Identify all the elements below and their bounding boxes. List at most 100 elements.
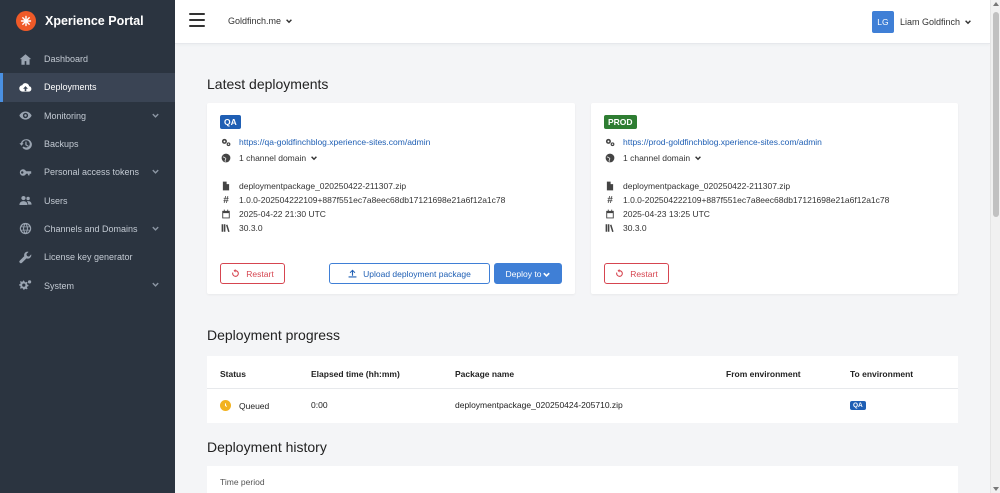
status-cell: Queued (220, 400, 269, 411)
sidebar-item-monitoring[interactable]: Monitoring (0, 102, 175, 130)
page-scrollbar[interactable] (990, 0, 1000, 493)
chevron-down-icon (151, 111, 160, 120)
cogs-icon (604, 136, 616, 148)
chevron-down-icon (964, 18, 972, 26)
cogs-icon (220, 136, 232, 148)
scrollbar-thumb[interactable] (993, 12, 999, 217)
chevron-down-icon (285, 17, 293, 25)
hamburger-menu-icon[interactable] (189, 13, 205, 27)
sidebar-item-dashboard[interactable]: Dashboard (0, 45, 175, 73)
user-name: Liam Goldfinch (899, 17, 960, 27)
sidebar-item-license-key-generator[interactable]: License key generator (0, 243, 175, 271)
package-row: deploymentpackage_020250422-211307.zip (220, 180, 406, 192)
deploy-to-button[interactable]: Deploy to (494, 263, 562, 284)
library-icon (604, 222, 616, 234)
sidebar-item-users[interactable]: Users (0, 186, 175, 214)
deployment-history-title: Deployment history (207, 439, 327, 455)
channel-domain-label: 1 channel domain (623, 153, 691, 163)
column-header[interactable]: From environment (726, 369, 801, 379)
sidebar-item-label: Monitoring (44, 110, 87, 121)
xperience-version: 30.3.0 (623, 223, 647, 233)
upload-deployment-package-button[interactable]: Upload deployment package (329, 263, 490, 284)
status-text: Queued (239, 400, 270, 411)
prod-environment-card: PROD https://prod-goldfinchblog.xperienc… (591, 103, 958, 294)
cloud-upload-icon (18, 80, 32, 94)
version-hash: 1.0.0-202504222109+887f551ec7a8eec68db17… (623, 195, 890, 205)
restart-label: Restart (246, 268, 274, 279)
sidebar-nav: Dashboard Deployments Monitoring Backups… (0, 45, 175, 300)
brand[interactable]: Xperience Portal (0, 0, 175, 42)
to-environment-cell: QA (850, 401, 866, 410)
prod-admin-link[interactable]: https://prod-goldfinchblog.xperience-sit… (623, 137, 822, 147)
column-header[interactable]: Elapsed time (hh:mm) (311, 369, 400, 379)
prod-restart-button[interactable]: Restart (604, 263, 669, 284)
sidebar-item-label: Channels and Domains (44, 223, 138, 234)
sidebar-item-personal-access-tokens[interactable]: Personal access tokens (0, 158, 175, 186)
calendar-icon (604, 208, 616, 220)
prod-badge: PROD (604, 115, 637, 129)
date-row: 2025-04-23 13:25 UTC (604, 208, 710, 220)
globe-icon (604, 152, 616, 164)
version-hash-row: # 1.0.0-202504222109+887f551ec7a8eec68db… (604, 194, 889, 206)
globe-icon (18, 222, 32, 236)
cogs-icon (18, 279, 32, 293)
wrench-icon (18, 250, 32, 264)
qa-restart-button[interactable]: Restart (220, 263, 285, 284)
file-icon (220, 180, 232, 192)
package-row: deploymentpackage_020250422-211307.zip (604, 180, 790, 192)
eye-icon (18, 109, 32, 123)
user-menu[interactable]: LG Liam Goldfinch (871, 11, 972, 33)
sidebar-item-label: Deployments (44, 82, 97, 93)
version-hash-row: # 1.0.0-202504222109+887f551ec7a8eec68db… (220, 194, 505, 206)
column-header[interactable]: Package name (455, 369, 514, 379)
deploy-to-label: Deploy to (505, 268, 542, 279)
elapsed-cell: 0:00 (311, 400, 328, 410)
globe-icon (220, 152, 232, 164)
package-name: deploymentpackage_020250422-211307.zip (239, 181, 407, 191)
sidebar-item-label: Backups (44, 139, 79, 150)
deployment-progress-title: Deployment progress (207, 327, 341, 343)
users-icon (18, 194, 32, 208)
scroll-down-arrow-icon[interactable] (993, 487, 999, 491)
qa-admin-link[interactable]: https://qa-goldfinchblog.xperience-sites… (239, 137, 430, 147)
progress-table-header: Status Elapsed time (hh:mm) Package name… (207, 356, 958, 389)
sidebar-item-label: Dashboard (44, 54, 89, 65)
xperience-version-row: 30.3.0 (220, 222, 263, 234)
column-header[interactable]: To environment (850, 369, 913, 379)
sidebar-item-channels-and-domains[interactable]: Channels and Domains (0, 215, 175, 243)
chevron-down-icon (151, 280, 160, 289)
chevron-down-icon (310, 154, 318, 162)
sidebar-item-deployments[interactable]: Deployments (0, 73, 175, 102)
date-row: 2025-04-22 21:30 UTC (220, 208, 326, 220)
xperience-logo-icon (16, 11, 36, 31)
table-row: Queued 0:00 deploymentpackage_020250424-… (207, 389, 958, 423)
organization-selector[interactable]: Goldfinch.me (228, 16, 293, 26)
channel-domain-toggle[interactable]: 1 channel domain (220, 152, 318, 164)
deployment-date: 2025-04-23 13:25 UTC (623, 209, 710, 219)
xperience-version-row: 30.3.0 (604, 222, 647, 234)
version-hash: 1.0.0-202504222109+887f551ec7a8eec68db17… (239, 195, 506, 205)
admin-url-row: https://qa-goldfinchblog.xperience-sites… (220, 136, 430, 148)
hashtag-icon: # (607, 194, 613, 206)
sidebar-item-label: Personal access tokens (44, 167, 140, 178)
column-header[interactable]: Status (220, 369, 246, 379)
sidebar-item-backups[interactable]: Backups (0, 130, 175, 158)
chevron-down-icon (151, 167, 160, 176)
channel-domain-toggle[interactable]: 1 channel domain (604, 152, 702, 164)
avatar: LG (871, 11, 894, 33)
file-icon (604, 180, 616, 192)
time-period-label: Time period (220, 477, 265, 487)
qa-badge: QA (220, 115, 241, 129)
restart-icon (616, 269, 624, 277)
upload-icon (348, 269, 357, 278)
home-icon (18, 52, 32, 66)
restart-label: Restart (630, 268, 658, 279)
calendar-icon (220, 208, 232, 220)
top-bar: Goldfinch.me LG Liam Goldfinch (175, 0, 990, 44)
channel-domain-label: 1 channel domain (239, 153, 307, 163)
sidebar-item-system[interactable]: System (0, 271, 175, 299)
scroll-up-arrow-icon[interactable] (993, 2, 999, 6)
key-icon (18, 165, 32, 179)
restart-icon (232, 269, 240, 277)
upload-label: Upload deployment package (363, 268, 471, 279)
